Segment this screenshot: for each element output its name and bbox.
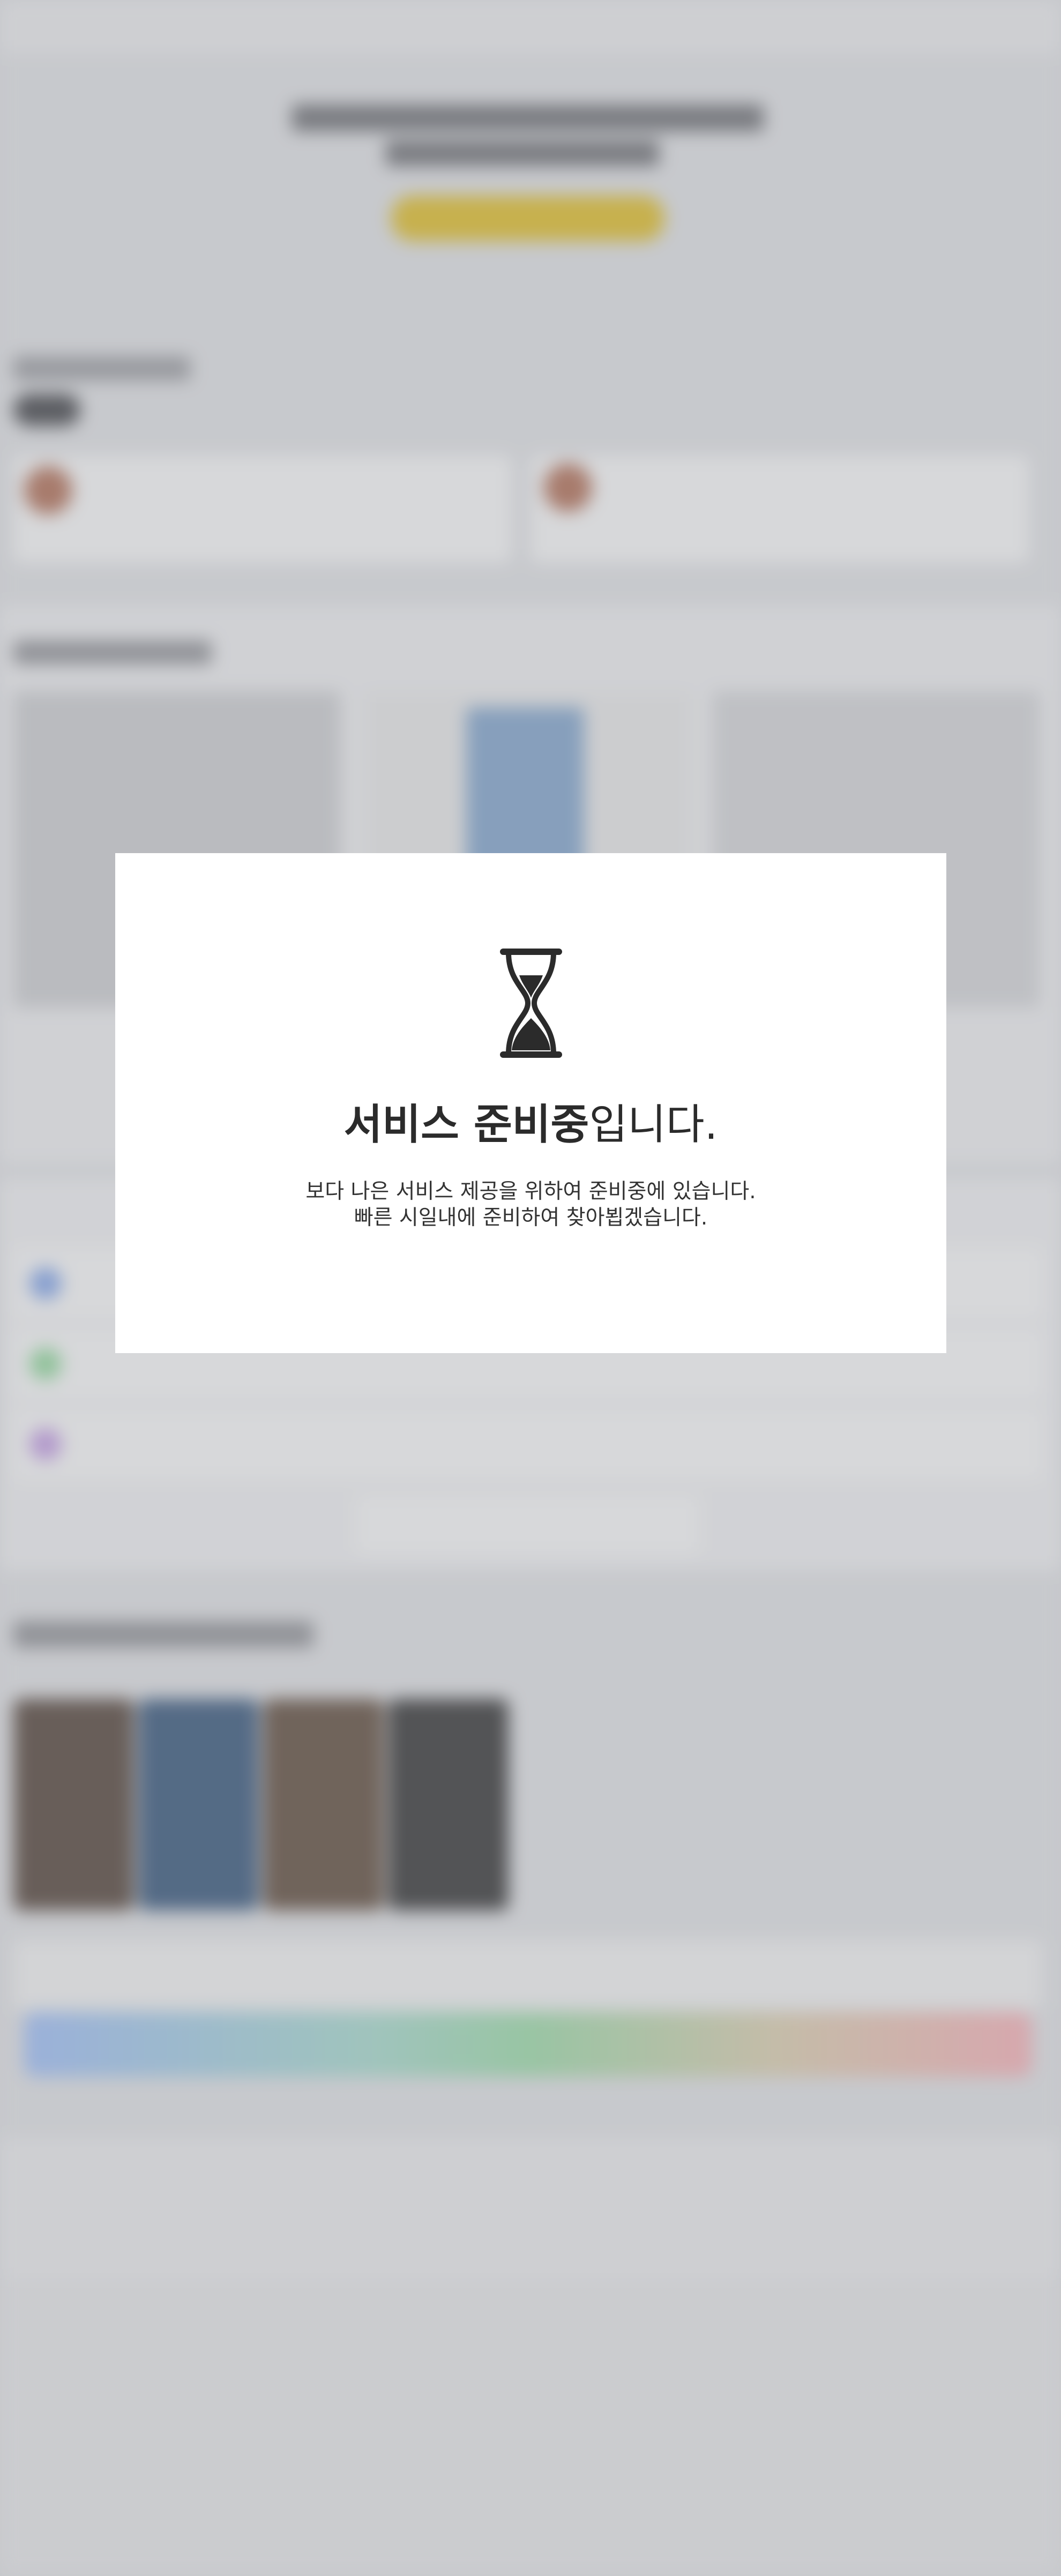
modal-title: 서비스 준비중입니다. [344, 1104, 718, 1146]
modal-title-rest: 입니다. [589, 1101, 718, 1149]
modal-message-line2: 빠른 시일내에 준비하여 찾아뵙겠습니다. [354, 1205, 708, 1230]
hourglass-icon [499, 949, 562, 1058]
service-preparing-modal: 서비스 준비중입니다. 보다 나은 서비스 제공을 위하여 준비중에 있습니다.… [115, 853, 946, 1353]
modal-message: 보다 나은 서비스 제공을 위하여 준비중에 있습니다. 빠른 시일내에 준비하… [305, 1179, 756, 1231]
modal-message-line1: 보다 나은 서비스 제공을 위하여 준비중에 있습니다. [305, 1179, 756, 1204]
modal-title-bold: 서비스 준비중 [343, 1101, 589, 1149]
